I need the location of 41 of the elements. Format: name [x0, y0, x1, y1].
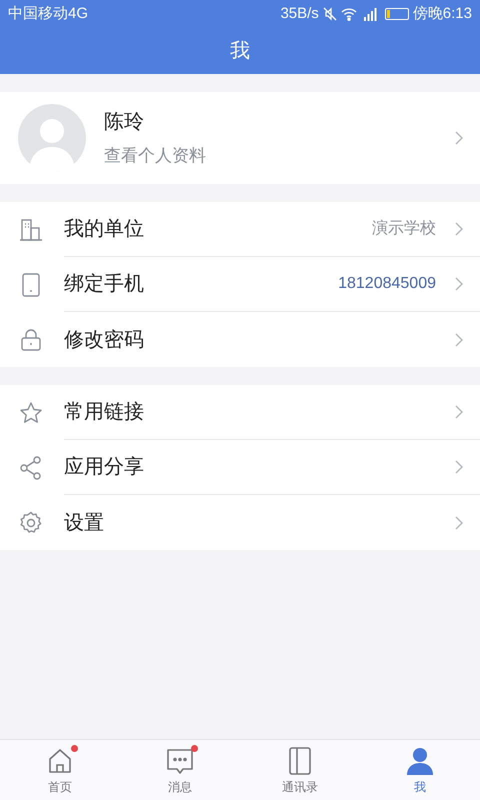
settings-icon	[18, 510, 44, 536]
row-value: 演示学校	[372, 218, 436, 239]
tab-item[interactable]: 消息	[120, 740, 240, 800]
wifi-icon	[340, 7, 357, 21]
chevron-icon	[454, 514, 464, 530]
tab-item[interactable]: 首页	[0, 740, 120, 800]
star-icon	[18, 400, 44, 426]
carrier-text: 中国移动4G	[8, 4, 88, 24]
clock-text: 傍晚6:13	[412, 4, 472, 24]
settings-row[interactable]: 绑定手机 18120845009	[0, 257, 480, 312]
building-icon	[18, 216, 44, 242]
tab-item[interactable]: 通讯录	[240, 740, 360, 800]
chevron-icon	[454, 459, 464, 475]
profile-card[interactable]: 陈玲 查看个人资料	[0, 92, 480, 184]
network-speed: 35B/s	[280, 4, 319, 24]
message-icon	[165, 746, 195, 776]
settings-row[interactable]: 应用分享	[0, 440, 480, 495]
row-label: 绑定手机	[64, 272, 144, 297]
row-label: 我的单位	[64, 217, 144, 242]
row-label: 常用链接	[64, 400, 144, 425]
avatar	[18, 104, 86, 172]
settings-row[interactable]: 设置	[0, 495, 480, 550]
person-icon	[405, 746, 435, 776]
row-value: 18120845009	[338, 274, 436, 294]
chevron-icon	[454, 130, 464, 146]
battery-icon	[384, 8, 409, 20]
profile-subtitle: 查看个人资料	[104, 145, 207, 168]
profile-name: 陈玲	[104, 110, 145, 136]
row-label: 应用分享	[64, 455, 144, 480]
chevron-icon	[454, 332, 464, 348]
settings-row[interactable]: 修改密码	[0, 312, 480, 367]
settings-row[interactable]: 常用链接	[0, 385, 480, 440]
mute-icon	[322, 7, 337, 21]
settings-row[interactable]: 我的单位 演示学校	[0, 202, 480, 257]
chevron-icon	[454, 276, 464, 292]
row-label: 修改密码	[64, 328, 144, 352]
page-title: 我	[230, 39, 250, 64]
row-label: 设置	[64, 510, 104, 536]
tab-item[interactable]: 我	[360, 740, 480, 800]
chevron-icon	[454, 404, 464, 420]
chevron-icon	[454, 221, 464, 237]
